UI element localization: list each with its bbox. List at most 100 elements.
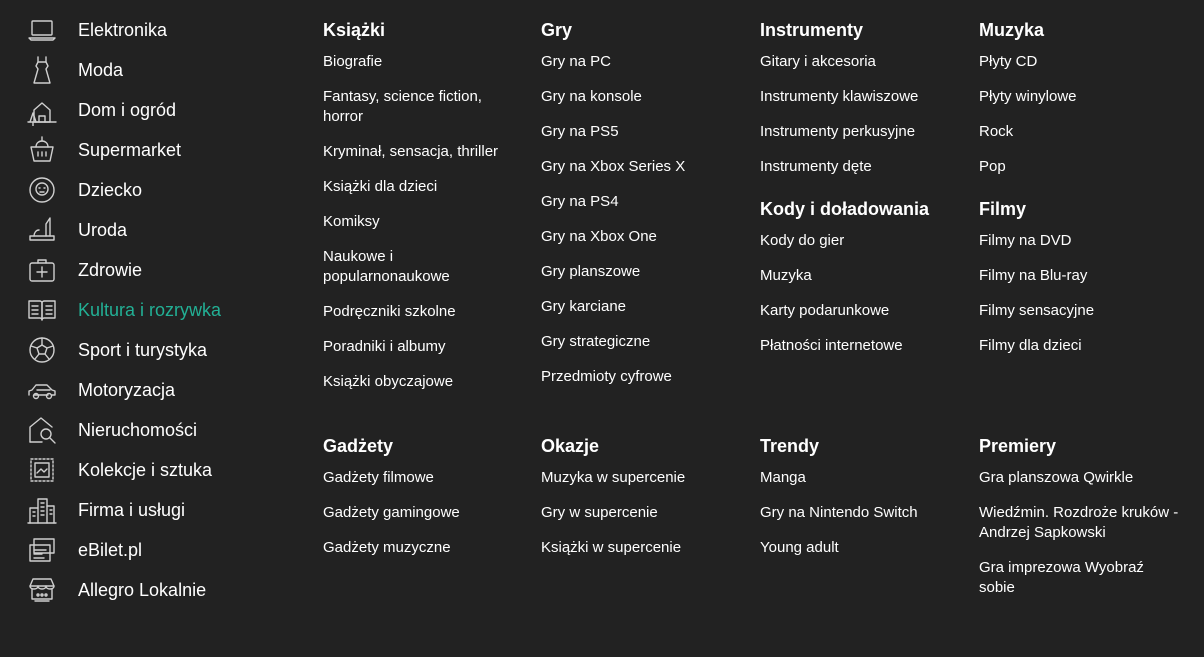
- link-gry-planszowe[interactable]: Gry planszowe: [541, 262, 741, 282]
- car-icon: [24, 372, 60, 408]
- link-plyty-winylowe[interactable]: Płyty winylowe: [979, 87, 1179, 107]
- link-perkusyjne[interactable]: Instrumenty perkusyjne: [760, 122, 960, 142]
- link-karty-podarunkowe[interactable]: Karty podarunkowe: [760, 301, 960, 321]
- sidebar-item-dziecko[interactable]: Dziecko: [24, 170, 284, 210]
- link-wiedzmin[interactable]: Wiedźmin. Rozdroże kruków - Andrzej Sapk…: [979, 503, 1194, 543]
- link-gadzety-gamingowe[interactable]: Gadżety gamingowe: [323, 503, 523, 523]
- link-ksiazki-dla-dzieci[interactable]: Książki dla dzieci: [323, 177, 523, 197]
- link-gadzety-muzyczne[interactable]: Gadżety muzyczne: [323, 538, 523, 558]
- section-title-filmy[interactable]: Filmy: [979, 197, 1179, 221]
- laptop-icon: [24, 12, 60, 48]
- gry-links: Gry na PC Gry na konsole Gry na PS5 Gry …: [541, 52, 741, 387]
- link-przedmioty-cyfrowe[interactable]: Przedmioty cyfrowe: [541, 367, 741, 387]
- link-klawiszowe[interactable]: Instrumenty klawiszowe: [760, 87, 960, 107]
- column-muzyka: Muzyka Płyty CD Płyty winylowe Rock Pop: [979, 18, 1179, 177]
- link-gry-strategiczne[interactable]: Gry strategiczne: [541, 332, 741, 352]
- section-title-kody[interactable]: Kody i doładowania: [760, 197, 960, 221]
- section-title-okazje[interactable]: Okazje: [541, 434, 741, 458]
- link-filmy-dla-dzieci[interactable]: Filmy dla dzieci: [979, 336, 1179, 356]
- sidebar-item-supermarket[interactable]: Supermarket: [24, 130, 284, 170]
- link-dete[interactable]: Instrumenty dęte: [760, 157, 960, 177]
- column-filmy: Filmy Filmy na DVD Filmy na Blu-ray Film…: [979, 197, 1179, 356]
- link-gry-konsole[interactable]: Gry na konsole: [541, 87, 741, 107]
- column-trendy: Trendy Manga Gry na Nintendo Switch Youn…: [760, 434, 960, 558]
- link-gry-supercena[interactable]: Gry w supercenie: [541, 503, 741, 523]
- building-icon: [24, 492, 60, 528]
- muzyka-links: Płyty CD Płyty winylowe Rock Pop: [979, 52, 1179, 177]
- sidebar-item-motoryzacja[interactable]: Motoryzacja: [24, 370, 284, 410]
- sidebar-item-dom-i-ogrod[interactable]: Dom i ogród: [24, 90, 284, 130]
- section-title-premiery[interactable]: Premiery: [979, 434, 1194, 458]
- filmy-links: Filmy na DVD Filmy na Blu-ray Filmy sens…: [979, 231, 1179, 356]
- link-kody-do-gier[interactable]: Kody do gier: [760, 231, 960, 251]
- ksiazki-links: Biografie Fantasy, science fiction, horr…: [323, 52, 523, 392]
- sidebar-item-label: Nieruchomości: [78, 419, 198, 440]
- sidebar-item-label: Supermarket: [78, 139, 182, 160]
- section-title-muzyka[interactable]: Muzyka: [979, 18, 1179, 42]
- column-instrumenty: Instrumenty Gitary i akcesoria Instrumen…: [760, 18, 960, 177]
- link-muzyka-supercena[interactable]: Muzyka w supercenie: [541, 468, 741, 488]
- link-kryminal[interactable]: Kryminał, sensacja, thriller: [323, 142, 523, 162]
- link-podreczniki[interactable]: Podręczniki szkolne: [323, 302, 523, 322]
- sidebar-item-nieruchomosci[interactable]: Nieruchomości: [24, 410, 284, 450]
- link-manga[interactable]: Manga: [760, 468, 960, 488]
- link-komiksy[interactable]: Komiksy: [323, 212, 523, 232]
- sidebar-item-label: Kolekcje i sztuka: [78, 459, 213, 480]
- link-gry-ps5[interactable]: Gry na PS5: [541, 122, 741, 142]
- link-kody-muzyka[interactable]: Muzyka: [760, 266, 960, 286]
- link-platnosci[interactable]: Płatności internetowe: [760, 336, 960, 356]
- link-plyty-cd[interactable]: Płyty CD: [979, 52, 1179, 72]
- link-naukowe[interactable]: Naukowe i popularnonaukowe: [323, 247, 473, 287]
- sidebar-item-label: Zdrowie: [78, 259, 143, 280]
- link-filmy-dvd[interactable]: Filmy na DVD: [979, 231, 1179, 251]
- sidebar-item-kolekcje-i-sztuka[interactable]: Kolekcje i sztuka: [24, 450, 284, 490]
- gadzety-links: Gadżety filmowe Gadżety gamingowe Gadżet…: [323, 468, 523, 558]
- trendy-links: Manga Gry na Nintendo Switch Young adult: [760, 468, 960, 558]
- column-gry: Gry Gry na PC Gry na konsole Gry na PS5 …: [541, 18, 741, 387]
- sidebar-item-label: Sport i turystyka: [78, 339, 208, 360]
- link-ksiazki-supercena[interactable]: Książki w supercenie: [541, 538, 741, 558]
- section-title-instrumenty[interactable]: Instrumenty: [760, 18, 960, 42]
- stamp-icon: [24, 452, 60, 488]
- link-gry-xbox-series-x[interactable]: Gry na Xbox Series X: [541, 157, 741, 177]
- link-gry-xbox-one[interactable]: Gry na Xbox One: [541, 227, 741, 247]
- sidebar-item-label: Dziecko: [78, 179, 143, 200]
- sidebar-item-kultura-i-rozrywka[interactable]: Kultura i rozrywka: [24, 290, 284, 330]
- column-gadzety: Gadżety Gadżety filmowe Gadżety gamingow…: [323, 434, 523, 558]
- sidebar-item-sport-i-turystyka[interactable]: Sport i turystyka: [24, 330, 284, 370]
- link-fantasy[interactable]: Fantasy, science fiction, horror: [323, 87, 498, 127]
- link-gry-karciane[interactable]: Gry karciane: [541, 297, 741, 317]
- sidebar-item-ebilet[interactable]: eBilet.pl: [24, 530, 284, 570]
- link-gadzety-filmowe[interactable]: Gadżety filmowe: [323, 468, 523, 488]
- sidebar-item-firma-i-uslugi[interactable]: Firma i usługi: [24, 490, 284, 530]
- ticket-icon: [24, 532, 60, 568]
- link-rock[interactable]: Rock: [979, 122, 1179, 142]
- section-title-ksiazki[interactable]: Książki: [323, 18, 523, 42]
- link-biografie[interactable]: Biografie: [323, 52, 523, 72]
- sidebar-item-elektronika[interactable]: Elektronika: [24, 10, 284, 50]
- section-title-gadzety[interactable]: Gadżety: [323, 434, 523, 458]
- sidebar-item-allegro-lokalnie[interactable]: Allegro Lokalnie: [24, 570, 284, 610]
- section-title-trendy[interactable]: Trendy: [760, 434, 960, 458]
- sidebar-item-zdrowie[interactable]: Zdrowie: [24, 250, 284, 290]
- link-obyczajowe[interactable]: Książki obyczajowe: [323, 372, 523, 392]
- okazje-links: Muzyka w supercenie Gry w supercenie Ksi…: [541, 468, 741, 558]
- link-young-adult[interactable]: Young adult: [760, 538, 960, 558]
- link-filmy-blu-ray[interactable]: Filmy na Blu-ray: [979, 266, 1179, 286]
- link-gry-ps4[interactable]: Gry na PS4: [541, 192, 741, 212]
- link-gry-pc[interactable]: Gry na PC: [541, 52, 741, 72]
- sidebar-item-uroda[interactable]: Uroda: [24, 210, 284, 250]
- column-kody: Kody i doładowania Kody do gier Muzyka K…: [760, 197, 960, 356]
- house-search-icon: [24, 412, 60, 448]
- link-wyobraz-sobie[interactable]: Gra imprezowa Wyobraź sobie: [979, 558, 1159, 598]
- link-filmy-sensacyjne[interactable]: Filmy sensacyjne: [979, 301, 1179, 321]
- sidebar-item-moda[interactable]: Moda: [24, 50, 284, 90]
- link-pop[interactable]: Pop: [979, 157, 1179, 177]
- sidebar-item-label: Elektronika: [78, 19, 168, 40]
- link-poradniki[interactable]: Poradniki i albumy: [323, 337, 523, 357]
- section-title-gry[interactable]: Gry: [541, 18, 741, 42]
- link-gitary[interactable]: Gitary i akcesoria: [760, 52, 960, 72]
- kody-links: Kody do gier Muzyka Karty podarunkowe Pł…: [760, 231, 960, 356]
- link-nintendo-switch[interactable]: Gry na Nintendo Switch: [760, 503, 960, 523]
- link-qwirkle[interactable]: Gra planszowa Qwirkle: [979, 468, 1194, 488]
